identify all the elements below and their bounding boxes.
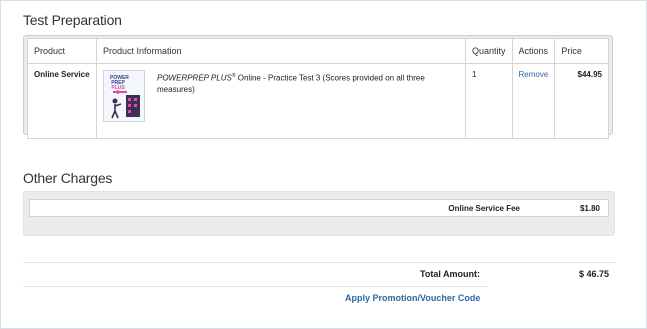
product-information: POWER PREP PLUS 3 (96, 63, 466, 139)
divider-top (23, 262, 615, 263)
table-header-row: Product Product Information Quantity Act… (27, 38, 609, 64)
product-type: Online Service (27, 63, 97, 139)
fee-row: Online Service Fee $1.80 (29, 199, 609, 217)
actions-cell: Remove (511, 63, 556, 139)
remove-link[interactable]: Remove (519, 70, 549, 79)
col-actions: Actions (511, 38, 556, 64)
col-product-information: Product Information (96, 38, 466, 64)
total-amount-value: $ 46.75 (579, 269, 610, 279)
price-value: $44.95 (554, 63, 609, 139)
online-service-fee-label: Online Service Fee (448, 204, 520, 213)
other-charges-heading: Other Charges (23, 170, 113, 186)
cart-table: Product Product Information Quantity Act… (27, 38, 609, 139)
quantity-value: 1 (465, 63, 513, 139)
divider-bottom (23, 286, 488, 287)
apply-promotion-link[interactable]: Apply Promotion/Voucher Code (345, 293, 480, 303)
col-quantity: Quantity (465, 38, 513, 64)
other-charges-container: Online Service Fee $1.80 (23, 191, 615, 236)
product-thumbnail: POWER PREP PLUS 3 (103, 70, 145, 122)
cart-table-container: Product Product Information Quantity Act… (23, 35, 613, 139)
building-figure-icon (111, 91, 140, 119)
col-price: Price (554, 38, 609, 64)
online-service-fee-value: $1.80 (579, 204, 600, 213)
table-row: Online Service POWER PREP PLUS 3 (27, 63, 609, 139)
total-amount-label: Total Amount: (420, 269, 480, 279)
col-product: Product (27, 38, 97, 64)
test-preparation-heading: Test Preparation (23, 12, 122, 28)
product-brand: POWERPREP PLUS (157, 73, 232, 83)
